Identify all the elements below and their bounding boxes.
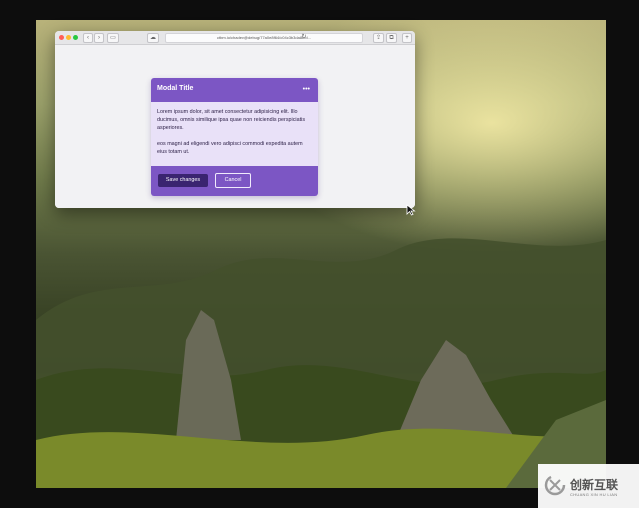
cloud-tabs-icon[interactable]: ☁	[147, 33, 159, 43]
watermark: 创新互联 CHUANG XIN HU LIAN	[538, 464, 639, 508]
page-content: Modal Title ••• Lorem ipsum dolor, sit a…	[55, 45, 415, 208]
cancel-button[interactable]: Cancel	[215, 173, 251, 188]
modal-title: Modal Title	[157, 85, 194, 92]
modal-body: Lorem ipsum dolor, sit amet consectetur …	[157, 108, 313, 164]
more-horizontal-icon[interactable]: •••	[303, 86, 310, 93]
tabs-overview-icon[interactable]: ⧉	[386, 33, 397, 43]
modal-dialog: Modal Title ••• Lorem ipsum dolor, sit a…	[151, 78, 318, 196]
watermark-brand: 创新互联	[570, 478, 619, 492]
close-window-button[interactable]	[59, 35, 64, 40]
browser-toolbar: ‹ › ▭ ☁ ctbm.io/chadev@debug/77a0e8f64/c…	[55, 31, 415, 45]
maximize-window-button[interactable]	[73, 35, 78, 40]
save-changes-button[interactable]: Save changes	[158, 174, 208, 187]
address-bar[interactable]: ctbm.io/chadev@debug/77a0e8f64/c04c3b3da…	[165, 33, 363, 43]
browser-window: ‹ › ▭ ☁ ctbm.io/chadev@debug/77a0e8f64/c…	[55, 31, 415, 208]
modal-header: Modal Title •••	[151, 78, 318, 102]
minimize-window-button[interactable]	[66, 35, 71, 40]
watermark-subtitle: CHUANG XIN HU LIAN	[570, 492, 618, 497]
forward-arrow-icon[interactable]: ›	[94, 33, 104, 43]
mouse-cursor-icon	[406, 204, 416, 216]
modal-body-paragraph: Lorem ipsum dolor, sit amet consectetur …	[157, 109, 306, 131]
sidebar-icon[interactable]: ▭	[107, 33, 119, 43]
back-arrow-icon[interactable]: ‹	[83, 33, 93, 43]
share-icon[interactable]: ⇪	[373, 33, 384, 43]
swirl-logo-icon	[544, 474, 566, 496]
reload-icon[interactable]: ↻	[301, 33, 307, 41]
new-tab-icon[interactable]: +	[402, 33, 412, 43]
modal-body-paragraph: eos magni ad eligendi vero adipisci comm…	[157, 141, 303, 155]
modal-footer: Save changes Cancel	[151, 166, 318, 196]
